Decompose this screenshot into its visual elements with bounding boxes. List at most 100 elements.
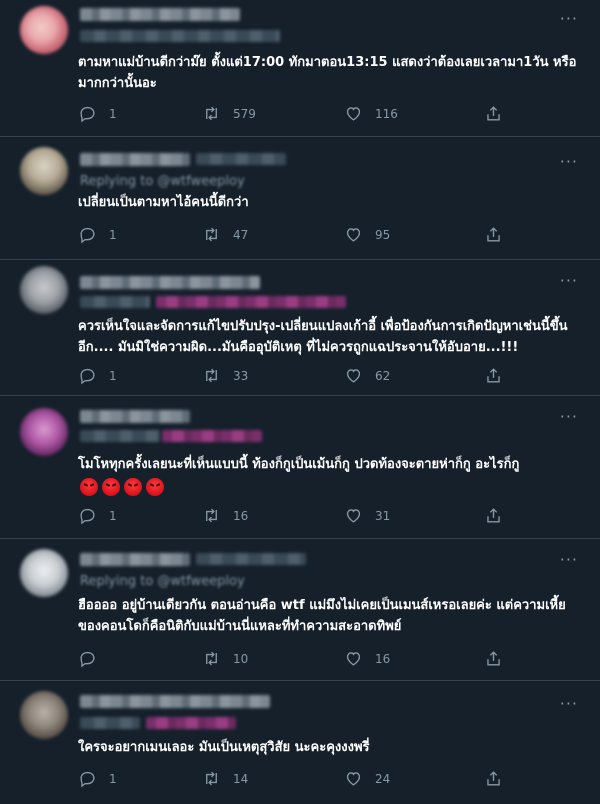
like-button[interactable]: 62: [344, 366, 390, 385]
share-icon: [487, 368, 500, 383]
reply-icon: [80, 368, 95, 385]
user-name[interactable]: [80, 276, 260, 289]
reply-icon: [80, 771, 95, 788]
avatar[interactable]: [20, 691, 68, 739]
user-name[interactable]: [80, 695, 270, 708]
reply-icon: [80, 106, 95, 123]
share-button[interactable]: [484, 506, 503, 525]
user-handle[interactable]: [196, 553, 306, 565]
avatar[interactable]: [20, 147, 68, 195]
retweet-button[interactable]: 14: [202, 769, 248, 788]
angry-face-icon: [146, 478, 164, 496]
tweet-actions: 1 47 95: [78, 225, 518, 245]
retweet-icon: [206, 651, 217, 666]
reply-count: 1: [109, 227, 117, 242]
reply-count: 1: [109, 368, 117, 383]
retweet-button[interactable]: 16: [202, 506, 248, 525]
like-button[interactable]: 116: [344, 104, 398, 123]
retweet-icon: [206, 771, 217, 786]
reply-button[interactable]: 1: [78, 366, 117, 385]
user-handle[interactable]: [80, 30, 280, 42]
share-button[interactable]: [484, 649, 503, 668]
share-icon: [487, 227, 500, 242]
user-name[interactable]: [80, 410, 190, 423]
reply-button[interactable]: 1: [78, 769, 117, 788]
reply-icon: [80, 227, 95, 244]
more-icon[interactable]: ···: [560, 409, 578, 425]
user-handle[interactable]: [80, 296, 150, 308]
retweet-button[interactable]: 47: [202, 225, 248, 244]
user-handle[interactable]: [196, 153, 286, 165]
more-icon[interactable]: ···: [560, 273, 578, 289]
reply-button[interactable]: 1: [78, 225, 117, 244]
like-button[interactable]: 24: [344, 769, 390, 788]
like-button[interactable]: 31: [344, 506, 390, 525]
more-icon[interactable]: ···: [560, 696, 578, 712]
retweet-button[interactable]: 579: [202, 104, 256, 123]
mention[interactable]: [162, 430, 262, 442]
tweet-actions: 1 16 31: [78, 506, 518, 526]
reply-button[interactable]: 1: [78, 506, 117, 525]
tweet[interactable]: ··· โมโหทุกครั้งเลยนะที่เห็นแบบนี้ ท้องก…: [0, 396, 600, 539]
more-icon[interactable]: ···: [560, 154, 578, 170]
retweet-count: 47: [233, 227, 249, 242]
tweet-text: ฮืออออ อยู่บ้านเดียวกัน ตอนอ่านคือ wtf แ…: [78, 598, 566, 634]
share-button[interactable]: [484, 104, 503, 123]
tweet-actions: 1 14 24: [78, 769, 518, 789]
like-count: 95: [375, 227, 391, 242]
user-handle[interactable]: [80, 430, 160, 442]
avatar[interactable]: [20, 408, 68, 456]
like-count: 116: [375, 106, 398, 121]
angry-face-icon: [102, 478, 120, 496]
user-handle[interactable]: [80, 717, 140, 729]
heart-icon: [346, 228, 361, 242]
share-button[interactable]: [484, 225, 503, 244]
reply-button[interactable]: 1: [78, 104, 117, 123]
tweet-text: ตามหาแม่บ้านดีกว่าม๊ย ตั้งแต่17:00 ทักมา…: [78, 55, 577, 91]
retweet-count: 579: [233, 106, 256, 121]
share-icon: [487, 651, 500, 666]
heart-icon: [346, 369, 361, 383]
like-button[interactable]: 16: [344, 649, 390, 668]
share-button[interactable]: [484, 769, 503, 788]
tweet[interactable]: Replying to @wtfweeploy ··· ฮืออออ อยู่บ…: [0, 539, 600, 681]
retweet-icon: [206, 106, 217, 121]
more-icon[interactable]: ···: [560, 552, 578, 568]
share-icon: [487, 508, 500, 523]
user-name[interactable]: [80, 553, 190, 566]
mention[interactable]: [156, 296, 346, 308]
tweet[interactable]: ··· ควรเห็นใจและจัดการแก้ไขปรับปรุง-เปลี…: [0, 260, 600, 396]
tweet-actions: 1 579 116: [78, 104, 518, 124]
replying-to: Replying to @wtfweeploy: [80, 574, 245, 589]
tweet[interactable]: Replying to @wtfweeploy ··· เปลี่ยนเป็นต…: [0, 137, 600, 260]
avatar[interactable]: [20, 6, 68, 54]
avatar[interactable]: [20, 266, 68, 314]
user-name[interactable]: [80, 8, 240, 21]
share-icon: [487, 771, 500, 786]
reply-button[interactable]: [78, 649, 109, 668]
like-count: 24: [375, 771, 391, 786]
retweet-count: 33: [233, 368, 249, 383]
replying-to: Replying to @wtfweeploy: [80, 174, 245, 189]
like-count: 62: [375, 368, 391, 383]
more-icon[interactable]: ···: [560, 11, 578, 27]
retweet-button[interactable]: 10: [202, 649, 248, 668]
user-name[interactable]: [80, 153, 190, 166]
reply-count: 1: [109, 508, 117, 523]
angry-face-icon: [80, 478, 98, 496]
reply-count: 1: [109, 106, 117, 121]
retweet-count: 16: [233, 508, 249, 523]
mention[interactable]: [146, 717, 236, 729]
tweet[interactable]: ··· ใครจะอยากเมนเลอะ มันเป็นเหตุสุวิสัย …: [0, 681, 600, 804]
like-button[interactable]: 95: [344, 225, 390, 244]
reply-icon: [80, 651, 95, 668]
retweet-count: 10: [233, 651, 249, 666]
reply-icon: [80, 508, 95, 525]
heart-icon: [346, 107, 361, 121]
retweet-button[interactable]: 33: [202, 366, 248, 385]
tweet[interactable]: ··· ตามหาแม่บ้านดีกว่าม๊ย ตั้งแต่17:00 ท…: [0, 0, 600, 137]
tweet-text: โมโหทุกครั้งเลยนะที่เห็นแบบนี้ ท้องก็กูเ…: [78, 457, 520, 472]
avatar[interactable]: [20, 549, 68, 597]
heart-icon: [346, 772, 361, 786]
share-button[interactable]: [484, 366, 503, 385]
